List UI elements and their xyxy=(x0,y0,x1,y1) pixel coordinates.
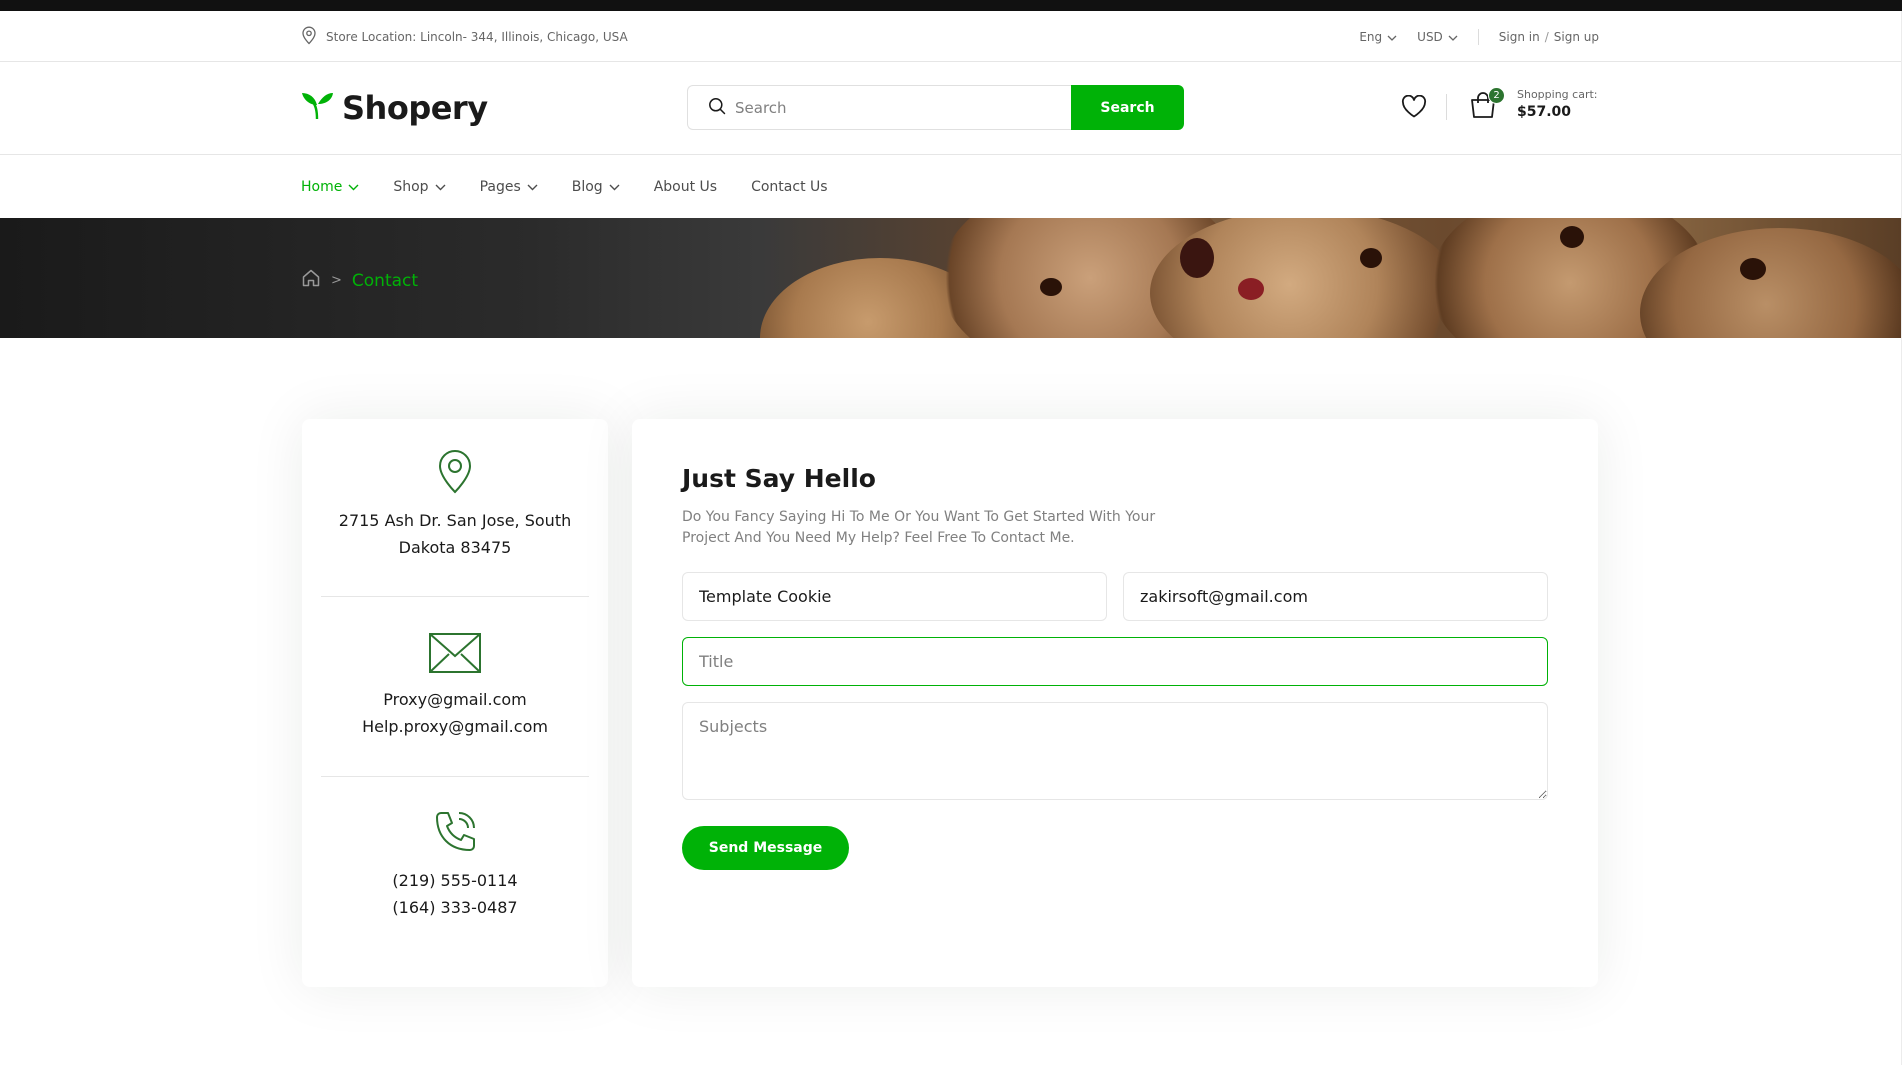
form-title: Just Say Hello xyxy=(682,464,876,493)
address-line-1: 2715 Ash Dr. San Jose, South xyxy=(338,511,572,530)
top-bar: Store Location: Lincoln- 344, Illinois, … xyxy=(0,11,1902,62)
contact-info-card: 2715 Ash Dr. San Jose, South Dakota 8347… xyxy=(302,419,608,987)
form-subtitle: Do You Fancy Saying Hi To Me Or You Want… xyxy=(682,509,1156,546)
breadcrumb-current: Contact xyxy=(351,270,419,291)
logo-text: Shopery xyxy=(342,89,488,127)
chevron-down-icon xyxy=(435,179,446,195)
chevron-down-icon xyxy=(348,179,359,195)
top-black-strip xyxy=(0,0,1902,11)
nav-item-home[interactable]: Home xyxy=(301,179,359,195)
store-location-text: Store Location: Lincoln- 344, Illinois, … xyxy=(326,29,628,44)
nav-item-label: Pages xyxy=(479,178,521,195)
currency-select[interactable]: USD xyxy=(1417,30,1458,44)
contact-form-card: Just Say Hello Do You Fancy Saying Hi To… xyxy=(632,419,1598,987)
shopping-bag-icon[interactable]: 2 xyxy=(1468,87,1505,124)
store-location: Store Location: Lincoln- 344, Illinois, … xyxy=(301,26,628,48)
phone-line-1[interactable]: (219) 555-0114 xyxy=(321,867,589,894)
cart-summary[interactable]: Shopping cart: $57.00 xyxy=(1517,88,1598,120)
heart-icon[interactable] xyxy=(1401,94,1427,123)
email-line-1[interactable]: Proxy@gmail.com xyxy=(321,686,589,713)
email-line-2[interactable]: Help.proxy@gmail.com xyxy=(321,713,589,740)
info-divider xyxy=(321,596,589,597)
logo[interactable]: Shopery xyxy=(301,89,488,127)
cart-label: Shopping cart: xyxy=(1517,88,1598,101)
envelope-icon xyxy=(321,632,589,674)
currency-value: USD xyxy=(1417,29,1443,44)
send-message-button[interactable]: Send Message xyxy=(682,826,849,870)
nav-item-label: Contact Us xyxy=(751,178,828,195)
header: Shopery Search 2 Shopping cart: $57.00 xyxy=(0,62,1902,155)
nav-item-shop[interactable]: Shop xyxy=(393,178,446,195)
breadcrumb: > Contact xyxy=(301,268,418,293)
nav-item-label: Blog xyxy=(571,178,603,195)
map-pin-icon xyxy=(301,26,317,48)
phone-icon xyxy=(321,809,589,855)
sign-in-link[interactable]: Sign in xyxy=(1499,30,1540,44)
subjects-textarea[interactable] xyxy=(682,702,1548,800)
nav-item-label: About Us xyxy=(653,178,718,195)
sign-up-link[interactable]: Sign up xyxy=(1554,30,1599,44)
email-input[interactable] xyxy=(1123,572,1548,621)
info-divider xyxy=(321,776,589,777)
chevron-down-icon xyxy=(527,179,538,195)
leaf-icon xyxy=(301,91,334,125)
chevron-down-icon xyxy=(609,179,620,195)
search-bar: Search xyxy=(687,85,1184,130)
header-divider xyxy=(1446,94,1447,120)
email-block: Proxy@gmail.com Help.proxy@gmail.com xyxy=(321,632,589,740)
nav-item-contact-us[interactable]: Contact Us xyxy=(751,179,827,195)
home-icon[interactable] xyxy=(301,268,321,293)
phone-line-2[interactable]: (164) 333-0487 xyxy=(321,894,589,921)
address-block: 2715 Ash Dr. San Jose, South Dakota 8347… xyxy=(321,449,589,561)
search-button[interactable]: Search xyxy=(1071,85,1184,130)
name-input[interactable] xyxy=(682,572,1107,621)
cart-count-badge: 2 xyxy=(1488,87,1505,104)
cart-total: $57.00 xyxy=(1517,104,1572,120)
nav-item-about-us[interactable]: About Us xyxy=(654,179,717,195)
language-select[interactable]: Eng xyxy=(1359,30,1397,44)
nav-item-pages[interactable]: Pages xyxy=(480,179,538,195)
nav-item-label: Shop xyxy=(393,178,429,195)
phone-block: (219) 555-0114 (164) 333-0487 xyxy=(321,809,589,921)
search-icon xyxy=(708,97,726,119)
topbar-divider xyxy=(1477,28,1479,45)
chevron-down-icon xyxy=(1387,30,1397,44)
map-pin-icon xyxy=(321,449,589,495)
title-input[interactable] xyxy=(682,637,1548,686)
page-banner: > Contact xyxy=(0,218,1902,338)
breadcrumb-separator: > xyxy=(331,273,342,288)
nav-item-label: Home xyxy=(301,178,343,195)
main-nav: Home Shop Pages Blog About Us Contact Us xyxy=(0,155,1902,218)
chevron-down-icon xyxy=(1448,30,1458,44)
nav-item-blog[interactable]: Blog xyxy=(572,179,620,195)
language-value: Eng xyxy=(1359,29,1383,44)
auth-separator: / xyxy=(1544,29,1549,44)
search-input[interactable] xyxy=(735,98,1035,117)
address-line-2: Dakota 83475 xyxy=(398,538,512,557)
